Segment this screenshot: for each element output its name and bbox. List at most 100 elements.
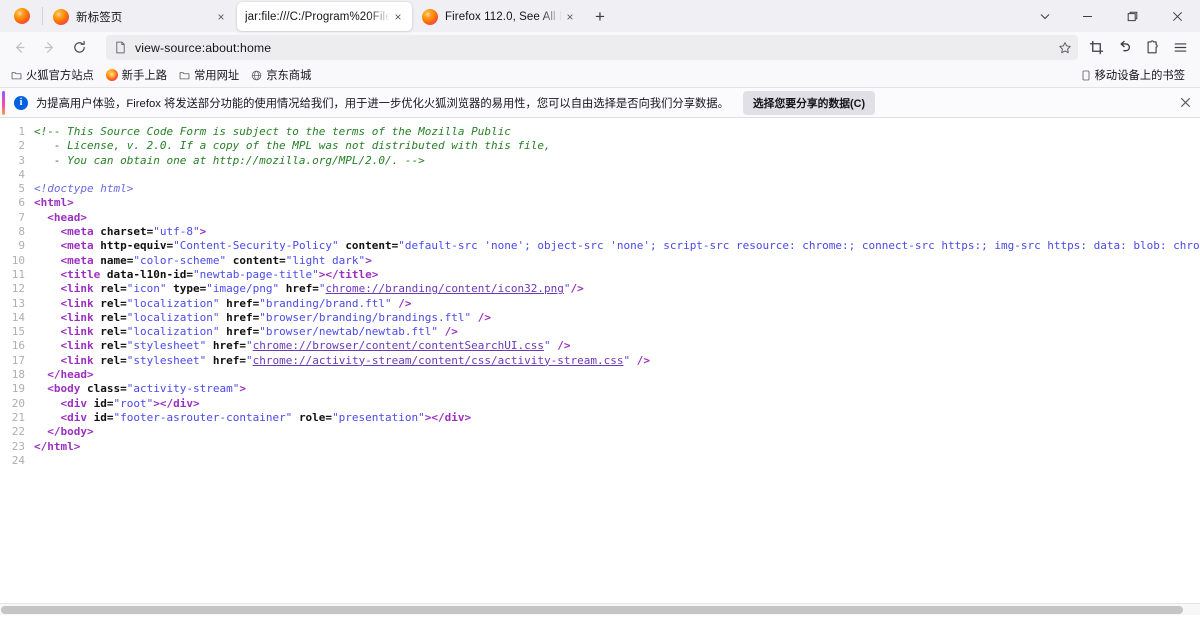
back-button[interactable]: [4, 35, 34, 61]
scrollbar-thumb[interactable]: [1, 606, 1183, 614]
screenshot-icon[interactable]: [1082, 35, 1110, 61]
choose-shared-data-button[interactable]: 选择您要分享的数据(C): [743, 91, 875, 115]
navigation-toolbar: view-source:about:home: [0, 32, 1200, 63]
line-number: 10: [0, 254, 34, 268]
source-line: 15 <link rel="localization" href="browse…: [0, 325, 1200, 339]
minimize-icon[interactable]: [1065, 0, 1110, 32]
undo-arrow-icon[interactable]: [1110, 35, 1138, 61]
code-token: [34, 254, 61, 267]
line-code: <html>: [34, 196, 1200, 210]
line-number: 5: [0, 182, 34, 196]
line-number: 22: [0, 425, 34, 439]
code-token: name=: [100, 254, 133, 267]
code-token: ": [544, 339, 551, 352]
extensions-icon[interactable]: [1138, 35, 1166, 61]
bookmark-label: 火狐官方站点: [26, 67, 94, 83]
firefox-app-button[interactable]: [2, 0, 42, 32]
new-tab-button[interactable]: +: [585, 2, 615, 31]
close-icon[interactable]: [1170, 88, 1200, 118]
close-icon[interactable]: [1155, 0, 1200, 32]
source-line: 18 </head>: [0, 368, 1200, 382]
code-token: [34, 368, 47, 381]
globe-icon: [251, 70, 262, 81]
bookmark-star-icon[interactable]: [1058, 41, 1072, 55]
line-code: <div id="footer-asrouter-container" role…: [34, 411, 1200, 425]
line-code: <div id="root"></div>: [34, 397, 1200, 411]
close-icon[interactable]: ×: [390, 9, 406, 25]
line-number: 23: [0, 440, 34, 454]
code-token: ></div>: [153, 397, 199, 410]
line-number: 9: [0, 239, 34, 253]
maximize-icon[interactable]: [1110, 0, 1155, 32]
code-token: "newtab-page-title": [193, 268, 319, 281]
line-number: 7: [0, 211, 34, 225]
tab-active-jarfile[interactable]: jar:file:///C:/Program%20Files/Mo ×: [237, 2, 412, 31]
bookmark-item-2[interactable]: 常用网址: [174, 65, 244, 85]
source-link[interactable]: chrome://browser/content/contentSearchUI…: [253, 339, 544, 352]
line-code: </html>: [34, 440, 1200, 454]
source-line: 2 - License, v. 2.0. If a copy of the MP…: [0, 139, 1200, 153]
source-line: 3 - You can obtain one at http://mozilla…: [0, 154, 1200, 168]
code-token: <div: [61, 397, 94, 410]
bookmark-mobile-folder[interactable]: 移动设备上的书签: [1076, 65, 1190, 85]
code-token: ></div>: [425, 411, 471, 424]
line-number: 13: [0, 297, 34, 311]
code-token: [34, 339, 61, 352]
code-token: <!-- This Source Code Form is subject to…: [34, 125, 511, 138]
bookmark-label: 移动设备上的书签: [1095, 67, 1185, 83]
tab-title: 新标签页: [76, 9, 213, 25]
source-line: 20 <div id="root"></div>: [0, 397, 1200, 411]
code-token: ": [246, 354, 253, 367]
code-token: [34, 397, 61, 410]
reload-button[interactable]: [64, 35, 94, 61]
code-token: "utf-8": [153, 225, 199, 238]
code-token: [34, 268, 61, 281]
code-token: rel=: [100, 311, 127, 324]
line-code: <meta http-equiv="Content-Security-Polic…: [34, 239, 1200, 253]
info-icon: i: [14, 96, 28, 110]
line-code: <!doctype html>: [34, 182, 1200, 196]
source-link[interactable]: chrome://branding/content/icon32.png: [325, 282, 563, 295]
code-token: "light dark": [286, 254, 365, 267]
code-token: <meta: [61, 254, 101, 267]
bookmark-item-3[interactable]: 京东商城: [246, 65, 316, 85]
forward-button[interactable]: [34, 35, 64, 61]
bookmark-item-0[interactable]: 火狐官方站点: [6, 65, 99, 85]
chevron-down-icon[interactable]: [1025, 0, 1065, 32]
code-token: <meta: [61, 225, 101, 238]
source-link[interactable]: chrome://activity-stream/content/css/act…: [253, 354, 624, 367]
code-token: "root": [114, 397, 154, 410]
line-code: [34, 168, 1200, 182]
code-token: />: [637, 354, 650, 367]
tab-firefox-whatsnew[interactable]: Firefox 112.0, See All New Fea ×: [414, 2, 584, 31]
notification-message: 为提高用户体验，Firefox 将发送部分功能的使用情况给我们，用于进一步优化火…: [36, 95, 729, 111]
window-controls: [1025, 0, 1200, 32]
code-token: <link: [61, 325, 101, 338]
address-bar[interactable]: view-source:about:home: [106, 35, 1078, 60]
url-text[interactable]: view-source:about:home: [135, 41, 1058, 55]
code-token: role=: [299, 411, 332, 424]
horizontal-scrollbar[interactable]: [0, 603, 1200, 615]
app-menu-icon[interactable]: [1166, 35, 1194, 61]
code-token: />: [398, 297, 411, 310]
code-token: ></title>: [319, 268, 379, 281]
tab-newtab[interactable]: 新标签页 ×: [45, 2, 235, 31]
code-token: [292, 411, 299, 424]
folder-icon: [179, 70, 190, 81]
source-line: 14 <link rel="localization" href="browse…: [0, 311, 1200, 325]
close-icon[interactable]: ×: [562, 9, 578, 25]
code-token: <link: [61, 282, 101, 295]
view-source-content: 1<!-- This Source Code Form is subject t…: [0, 118, 1200, 615]
code-token: [34, 239, 61, 252]
bookmark-item-1[interactable]: 新手上路: [101, 65, 172, 85]
code-token: <div: [61, 411, 94, 424]
folder-icon: [11, 70, 22, 81]
close-icon[interactable]: ×: [213, 9, 229, 25]
code-token: />: [557, 339, 570, 352]
code-token: >: [239, 382, 246, 395]
page-document-icon: [114, 41, 127, 54]
telemetry-notification-bar: i 为提高用户体验，Firefox 将发送部分功能的使用情况给我们，用于进一步优…: [0, 88, 1200, 118]
line-code: <link rel="stylesheet" href="chrome://br…: [34, 339, 1200, 353]
bookmark-label: 常用网址: [194, 67, 239, 83]
bookmark-label: 京东商城: [266, 67, 311, 83]
